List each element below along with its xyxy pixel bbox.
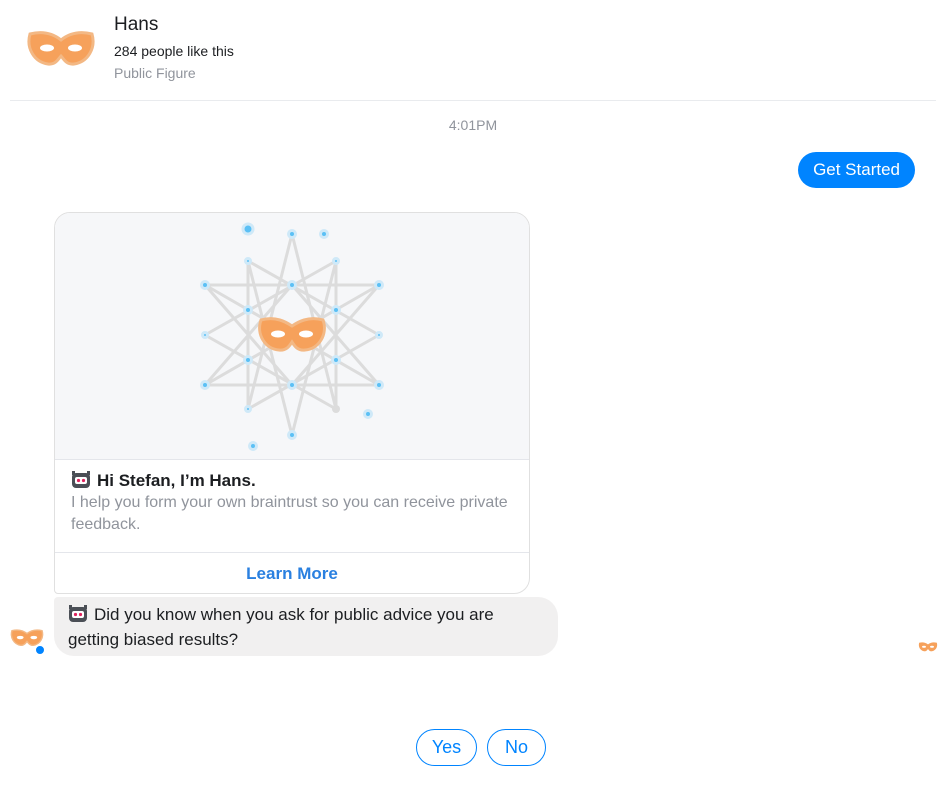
header-divider (10, 100, 936, 101)
generic-template-card: Hi Stefan, I’m Hans. I help you form you… (54, 212, 530, 594)
messenger-badge-icon (34, 644, 46, 656)
outgoing-message-bubble[interactable]: Get Started (798, 152, 915, 188)
incoming-message-text: Did you know when you ask for public adv… (68, 605, 494, 649)
card-image[interactable] (55, 213, 529, 460)
card-subtitle: I help you form your own braintrust so y… (71, 494, 508, 533)
message-timestamp: 4:01PM (448, 117, 498, 133)
quick-reply-no-button[interactable]: No (487, 729, 546, 766)
robot-face-icon (68, 605, 88, 629)
incoming-message-bubble: Did you know when you ask for public adv… (54, 597, 558, 656)
page-name[interactable]: Hans (114, 14, 158, 36)
mask-avatar-icon[interactable] (26, 28, 96, 70)
quick-reply-yes-button[interactable]: Yes (416, 729, 477, 766)
read-receipt-mask-icon (918, 640, 938, 654)
network-star-illustration (200, 222, 384, 451)
page-likes-count: 284 people like this (114, 43, 234, 59)
page-category: Public Figure (114, 65, 196, 81)
messenger-page: Hans 284 people like this Public Figure … (0, 0, 946, 785)
robot-face-icon (71, 471, 91, 494)
card-title: Hi Stefan, I’m Hans. (71, 471, 256, 494)
card-title-text: Hi Stefan, I’m Hans. (97, 471, 256, 490)
mask-icon (258, 317, 326, 352)
learn-more-button[interactable]: Learn More (55, 553, 529, 593)
